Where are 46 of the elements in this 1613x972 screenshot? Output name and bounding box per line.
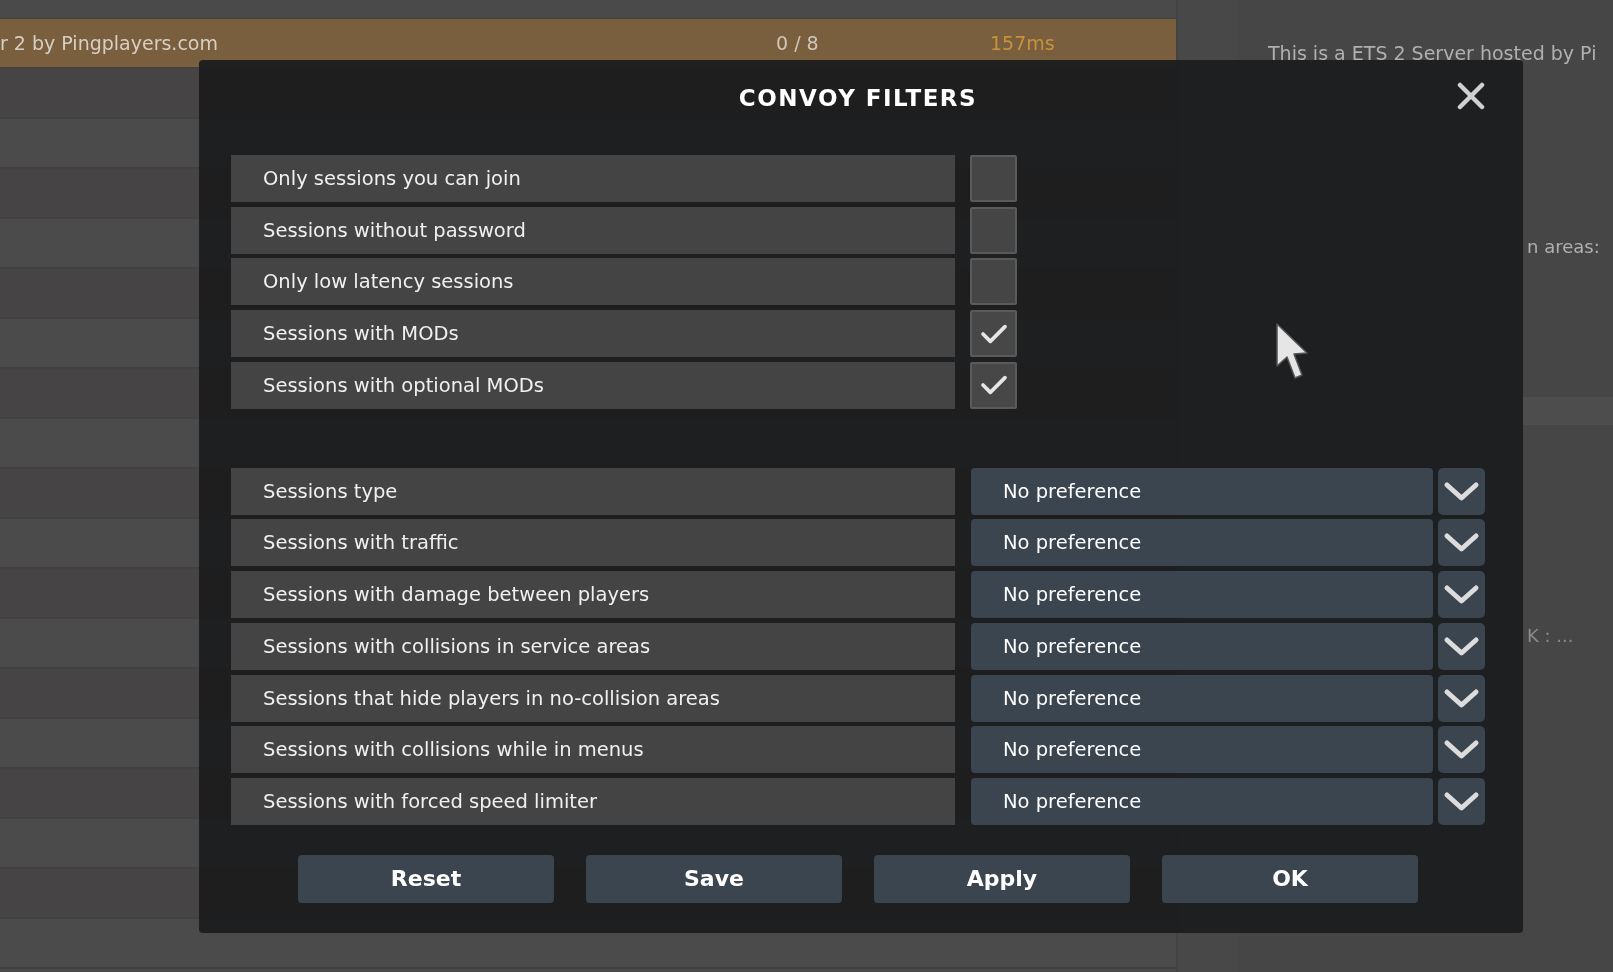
- filter-label: Sessions with collisions in service areas: [231, 622, 955, 670]
- checkbox[interactable]: [970, 310, 1017, 358]
- chevron-down-icon[interactable]: [1438, 674, 1485, 722]
- dlc-label: K : ...: [1527, 625, 1575, 646]
- setting-label: n areas:: [1527, 236, 1601, 257]
- dropdown-field[interactable]: No preference: [971, 467, 1433, 515]
- filter-label: Sessions with collisions while in menus: [231, 726, 955, 774]
- checkbox[interactable]: [970, 361, 1017, 409]
- chevron-down-icon[interactable]: [1438, 519, 1485, 567]
- checkmark-icon: [979, 374, 1008, 397]
- dropdown-field[interactable]: No preference: [971, 571, 1433, 619]
- dropdown-field[interactable]: No preference: [971, 519, 1433, 567]
- dropdown-field[interactable]: No preference: [971, 622, 1433, 670]
- filter-label: Sessions with damage between players: [231, 571, 955, 619]
- chevron-down-icon[interactable]: [1438, 571, 1485, 619]
- chevron-down-icon[interactable]: [1438, 622, 1485, 670]
- filter-label: Only low latency sessions: [231, 258, 955, 306]
- chevron-down-icon[interactable]: [1438, 467, 1485, 515]
- chevron-down-icon[interactable]: [1438, 777, 1485, 825]
- filter-label: Sessions that hide players in no-collision areas: [231, 674, 955, 722]
- dropdown-field[interactable]: No preference: [971, 674, 1433, 722]
- filter-label: Sessions with MODs: [231, 310, 955, 358]
- ping-value: 157ms: [990, 32, 1055, 54]
- checkmark-icon: [979, 322, 1008, 345]
- player-count: 0 / 8: [775, 32, 820, 54]
- close-icon[interactable]: [1457, 82, 1485, 110]
- server-name: r 2 by Pingplayers.com: [0, 32, 219, 54]
- filter-label: Sessions with traffic: [231, 519, 955, 567]
- filter-label: Only sessions you can join: [231, 155, 955, 202]
- dropdown-field[interactable]: No preference: [971, 777, 1433, 825]
- server-description: This is a ETS 2 Server hosted by Pi: [1267, 42, 1598, 64]
- dialog-button[interactable]: OK: [1162, 854, 1418, 903]
- filter-label: Sessions type: [231, 467, 955, 515]
- filter-label: Sessions with forced speed limiter: [231, 777, 955, 825]
- filter-label: Sessions without password: [231, 206, 955, 254]
- dialog-button[interactable]: Apply: [874, 854, 1130, 903]
- checkbox[interactable]: [970, 155, 1017, 202]
- dialog-button[interactable]: Save: [586, 854, 842, 903]
- checkbox[interactable]: [970, 258, 1017, 306]
- filter-label: Sessions with optional MODs: [231, 361, 955, 409]
- dropdown-field[interactable]: No preference: [971, 726, 1433, 774]
- checkbox[interactable]: [970, 206, 1017, 254]
- dialog-button[interactable]: Reset: [298, 854, 554, 903]
- chevron-down-icon[interactable]: [1438, 726, 1485, 774]
- mouse-cursor-icon: [1275, 322, 1311, 382]
- dialog-title: CONVOY FILTERS: [738, 84, 978, 111]
